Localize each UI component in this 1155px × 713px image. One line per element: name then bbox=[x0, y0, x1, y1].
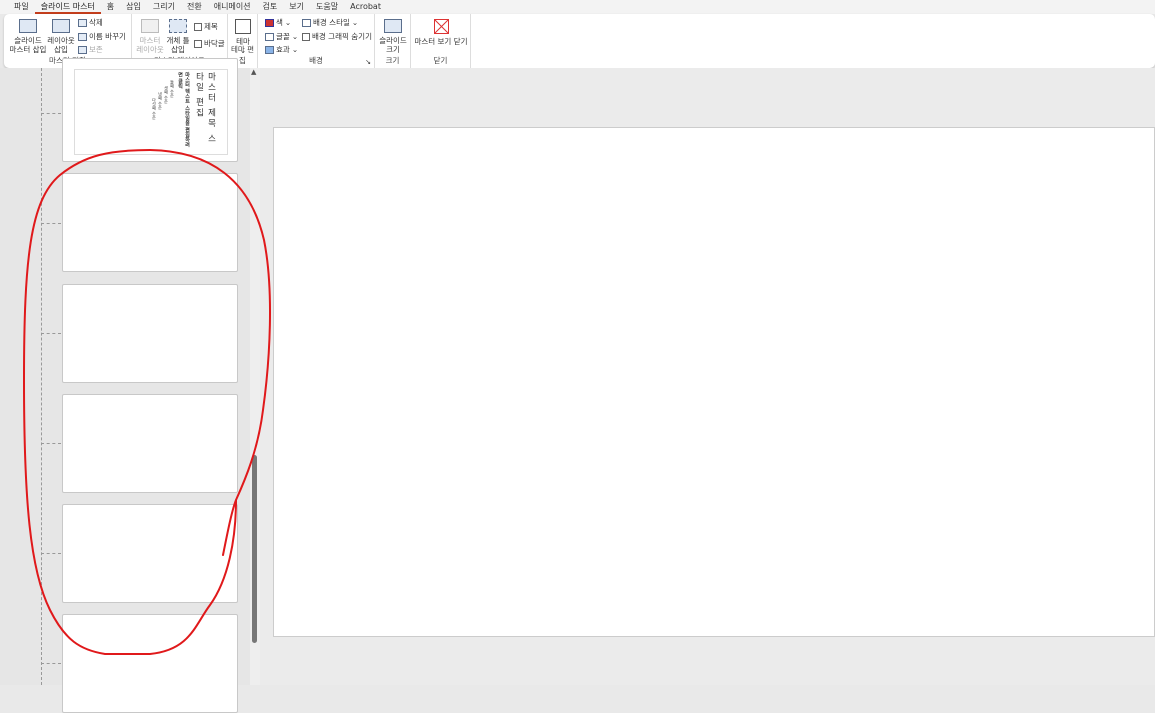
slide-thumbnail-3[interactable] bbox=[62, 284, 238, 383]
checkbox-icon bbox=[194, 23, 202, 31]
hide-bg-label: 배경 그래픽 숨기기 bbox=[312, 32, 372, 41]
group-label: 크기 bbox=[385, 56, 400, 65]
footer-checkbox[interactable]: 바닥글 bbox=[194, 39, 225, 49]
slide-thumbnail-2[interactable] bbox=[62, 173, 238, 272]
master-layout-button[interactable]: 마스터 레이아웃 bbox=[136, 17, 164, 54]
preserve-icon bbox=[78, 46, 87, 54]
background-styles-label: 배경 스타일 bbox=[313, 18, 350, 27]
thumb-level: 넷째 수준 bbox=[158, 92, 163, 110]
slide-size-label: 슬라이드 크기 bbox=[379, 36, 407, 54]
slide-thumbnail-6[interactable] bbox=[62, 614, 238, 713]
group-label: 배경 bbox=[309, 56, 323, 65]
slide-size-button[interactable]: 슬라이드 크기 bbox=[378, 17, 408, 54]
menu-help[interactable]: 도움말 bbox=[310, 0, 344, 14]
effects-icon bbox=[265, 46, 274, 54]
preserve-button[interactable]: 보존 bbox=[78, 45, 103, 55]
menu-animations[interactable]: 애니메이션 bbox=[208, 0, 257, 14]
slide-thumbnail-5[interactable] bbox=[62, 504, 238, 603]
effects-label: 효과 bbox=[276, 45, 290, 54]
menu-file[interactable]: 파일 bbox=[8, 0, 35, 14]
insert-layout-label: 레이아웃 삽입 bbox=[47, 36, 75, 54]
background-styles-button[interactable]: 배경 스타일 ⌄ bbox=[302, 18, 358, 28]
close-master-view-button[interactable]: 마스터 보기 닫기 bbox=[413, 17, 469, 46]
thumb-level: 셋째 수준 bbox=[164, 86, 169, 104]
scroll-up-arrow-icon[interactable]: ▲ bbox=[251, 68, 256, 76]
delete-button[interactable]: 삭제 bbox=[78, 18, 103, 28]
fonts-label: 글꼴 bbox=[276, 32, 290, 41]
group-background: 색 ⌄ 글꼴 ⌄ 효과 ⌄ 배경 스타일 ⌄ 배경 그래픽 숨기기 ↘ 배경 bbox=[258, 14, 375, 68]
hide-background-graphics-checkbox[interactable]: 배경 그래픽 숨기기 bbox=[302, 32, 372, 42]
menu-draw[interactable]: 그리기 bbox=[147, 0, 181, 14]
checkbox-icon bbox=[194, 40, 202, 48]
slide-thumbnail-panel[interactable]: 마스터 제목 스타일 편집 마스터 텍스트 스타일을 편집하려면 클릭 둘째 수… bbox=[0, 58, 260, 713]
connector-tick bbox=[41, 443, 61, 444]
checkbox-icon bbox=[302, 33, 310, 41]
insert-slide-master-button[interactable]: 슬라이드 마스터 삽입 bbox=[8, 17, 48, 54]
insert-layout-button[interactable]: 레이아웃 삽입 bbox=[46, 17, 76, 54]
connector-tick bbox=[41, 223, 61, 224]
rename-icon bbox=[78, 33, 87, 41]
menu-review[interactable]: 검토 bbox=[257, 0, 284, 14]
menu-acrobat[interactable]: Acrobat bbox=[344, 0, 387, 14]
group-label: 닫기 bbox=[433, 56, 448, 65]
scrollbar-thumb[interactable] bbox=[252, 455, 257, 643]
slide-thumbnail-4[interactable] bbox=[62, 394, 238, 493]
group-close: 마스터 보기 닫기 닫기 bbox=[411, 14, 471, 68]
close-icon bbox=[433, 19, 449, 34]
thumb-level: 둘째 수준 bbox=[170, 80, 175, 98]
theme-icon bbox=[235, 19, 251, 34]
thumb-level: 다섯째 수준 bbox=[152, 98, 157, 120]
thumb-content-area: 마스터 제목 스타일 편집 마스터 텍스트 스타일을 편집하려면 클릭 둘째 수… bbox=[74, 69, 228, 155]
master-layout-icon bbox=[141, 19, 159, 33]
connector-tick bbox=[41, 553, 61, 554]
menu-transitions[interactable]: 전환 bbox=[181, 0, 208, 14]
menu-view[interactable]: 보기 bbox=[283, 0, 310, 14]
menu-slide-master[interactable]: 슬라이드 마스터 bbox=[34, 0, 101, 14]
thumb-body: 마스터 텍스트 스타일을 편집하려면 클릭 bbox=[177, 72, 190, 148]
colors-icon bbox=[265, 19, 274, 27]
preserve-label: 보존 bbox=[89, 45, 103, 54]
menu-insert[interactable]: 삽입 bbox=[120, 0, 147, 14]
connector-tick bbox=[41, 663, 61, 664]
delete-label: 삭제 bbox=[89, 18, 103, 27]
footer-label: 바닥글 bbox=[204, 39, 225, 48]
paint-bucket-icon bbox=[302, 19, 311, 27]
fonts-button[interactable]: 글꼴 ⌄ bbox=[265, 32, 298, 42]
colors-button[interactable]: 색 ⌄ bbox=[265, 18, 291, 28]
fonts-icon bbox=[265, 33, 274, 41]
master-layout-label: 마스터 레이아웃 bbox=[136, 36, 164, 54]
placeholder-icon bbox=[169, 19, 187, 33]
layout-connector-line bbox=[41, 68, 42, 685]
colors-label: 색 bbox=[276, 18, 283, 27]
connector-tick bbox=[41, 333, 61, 334]
delete-icon bbox=[78, 19, 87, 27]
title-checkbox[interactable]: 제목 bbox=[194, 22, 218, 32]
rename-label: 이름 바꾸기 bbox=[89, 32, 126, 41]
connector-tick bbox=[41, 113, 61, 114]
menu-home[interactable]: 홈 bbox=[101, 0, 120, 14]
insert-master-label: 슬라이드 마스터 삽입 bbox=[9, 36, 47, 54]
effects-button[interactable]: 효과 ⌄ bbox=[265, 45, 298, 55]
menu-bar: 파일 슬라이드 마스터 홈 삽입 그리기 전환 애니메이션 검토 보기 도움말 … bbox=[0, 0, 1155, 14]
group-size: 슬라이드 크기 크기 bbox=[375, 14, 411, 68]
layout-icon bbox=[52, 19, 70, 33]
insert-placeholder-label: 개체 틀 삽입 bbox=[166, 36, 190, 54]
thumbnail-scrollbar[interactable]: ▲ bbox=[250, 68, 260, 685]
thumb-title: 마스터 제목 스타일 편집 bbox=[194, 72, 216, 145]
insert-placeholder-button[interactable]: 개체 틀 삽입 bbox=[165, 17, 191, 54]
rename-button[interactable]: 이름 바꾸기 bbox=[78, 32, 126, 42]
slide-master-icon bbox=[19, 19, 37, 33]
slide-size-icon bbox=[384, 19, 402, 33]
title-label: 제목 bbox=[204, 22, 218, 31]
slide-thumbnail-1[interactable]: 마스터 제목 스타일 편집 마스터 텍스트 스타일을 편집하려면 클릭 둘째 수… bbox=[62, 58, 238, 162]
slide-canvas[interactable] bbox=[273, 127, 1155, 637]
close-master-label: 마스터 보기 닫기 bbox=[414, 37, 468, 46]
